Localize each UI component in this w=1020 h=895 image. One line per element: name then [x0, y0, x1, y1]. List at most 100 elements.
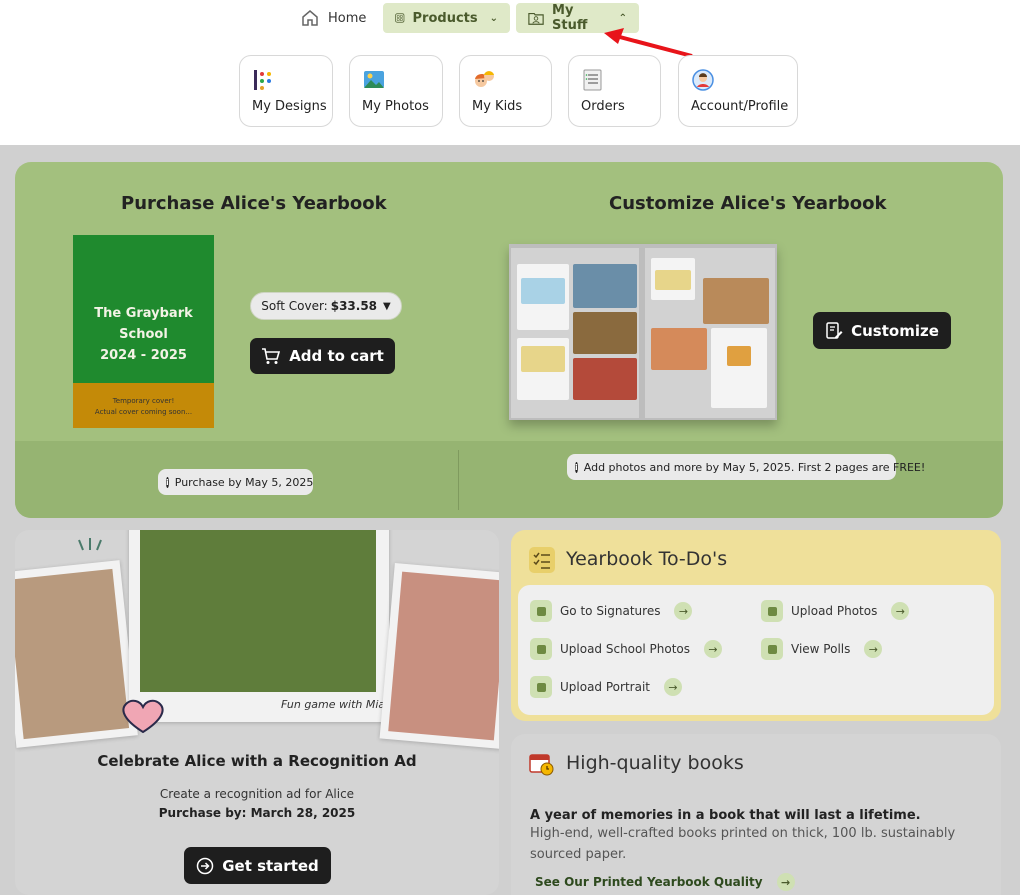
info-icon: i [575, 461, 578, 473]
arrow-right-icon: → [674, 602, 693, 620]
arrow-right-icon: → [663, 678, 682, 696]
polls-icon [761, 638, 783, 660]
cover-type-select[interactable]: Soft Cover: $33.58 ▼ [250, 292, 402, 320]
cover-title-line-1: The Graybark School [94, 306, 193, 342]
photo-card-center: Fun game with Mia [129, 530, 389, 722]
customize-button[interactable]: Customize [813, 312, 951, 349]
todo-label: Upload Photos [791, 604, 878, 618]
photo [703, 278, 769, 324]
folder-user-icon [528, 12, 544, 25]
calendar-clock-icon [529, 754, 554, 776]
edit-page-icon [826, 321, 843, 339]
orders-icon [583, 69, 602, 91]
purchase-title: Purchase Alice's Yearbook [121, 193, 387, 214]
photo [15, 568, 130, 740]
photo [651, 328, 707, 370]
info-icon: i [166, 476, 169, 488]
add-to-cart-button[interactable]: Add to cart [250, 338, 395, 374]
divider [458, 450, 459, 510]
nav-products-label: Products [412, 10, 478, 26]
grid-icon [395, 13, 405, 23]
home-icon [302, 10, 318, 26]
recognition-deadline: Purchase by: March 28, 2025 [158, 806, 356, 820]
todo-upload-school-photos[interactable]: Upload School Photos → [530, 638, 722, 660]
nav-my-stuff-label: My Stuff [552, 3, 588, 33]
quality-link-label: See Our Printed Yearbook Quality [535, 875, 763, 889]
cover-price: $33.58 [330, 299, 378, 313]
nav-products[interactable]: Products ⌄ [383, 3, 510, 33]
yearbook-preview[interactable] [509, 244, 777, 420]
card-my-photos[interactable]: My Photos [349, 55, 443, 127]
card-orders[interactable]: Orders [568, 55, 661, 127]
preview-right-page [645, 248, 775, 418]
todo-upload-portrait[interactable]: Upload Portrait → [530, 676, 682, 698]
purchase-deadline: Purchase by May 5, 2025 [174, 475, 314, 489]
nav-home[interactable]: Home [300, 6, 366, 30]
arrow-right-icon: → [864, 640, 883, 658]
yearbook-cover[interactable]: The Graybark School 2024 - 2025 Temporar… [73, 235, 214, 428]
todo-go-to-signatures[interactable]: Go to Signatures → [530, 600, 693, 622]
todo-label: Upload School Photos [560, 642, 690, 656]
todo-view-polls[interactable]: View Polls → [761, 638, 883, 660]
cover-note: Temporary cover! Actual cover coming soo… [73, 396, 214, 418]
customize-note: Add photos and more by May 5, 2025. Firs… [583, 460, 926, 474]
photo [140, 530, 376, 692]
todo-label: Upload Portrait [560, 680, 650, 694]
get-started-label: Get started [222, 856, 319, 875]
add-to-cart-label: Add to cart [289, 347, 384, 365]
checklist-icon [529, 547, 555, 573]
photo [655, 270, 691, 290]
photo [573, 358, 637, 400]
card-my-designs[interactable]: My Designs [239, 55, 333, 127]
quality-card: High-quality books A year of memories in… [511, 734, 1001, 895]
nav-home-label: Home [328, 10, 367, 26]
cover-title-line-2: 2024 - 2025 [100, 348, 187, 363]
photo-card-right [379, 563, 499, 749]
customize-note-chip: i Add photos and more by May 5, 2025. Fi… [567, 454, 925, 480]
todos-title: Yearbook To-Do's [566, 548, 728, 570]
arrow-right-icon: → [891, 602, 910, 620]
sparkle-icon [78, 538, 102, 551]
photo-frame [711, 328, 767, 408]
recognition-subtitle: Create a recognition ad for Alice [159, 787, 355, 801]
photo [388, 571, 499, 741]
profile-icon [692, 69, 714, 91]
card-my-kids[interactable]: My Kids [459, 55, 552, 127]
chevron-up-icon: ⌃ [618, 12, 627, 24]
school-photo-icon [530, 638, 552, 660]
upload-photo-icon [761, 600, 783, 622]
designs-icon [254, 70, 271, 90]
cover-note-line-2: Actual cover coming soon... [94, 408, 193, 416]
customize-label: Customize [851, 321, 939, 340]
todo-upload-photos[interactable]: Upload Photos → [761, 600, 910, 622]
cover-note-line-1: Temporary cover! [112, 397, 175, 405]
card-label: My Photos [362, 99, 429, 114]
portrait-icon [530, 676, 552, 698]
heart-icon [122, 699, 164, 734]
card-label: Account/Profile [691, 99, 789, 114]
photo [573, 264, 637, 308]
photo [521, 278, 565, 304]
cover-title: The Graybark School 2024 - 2025 [73, 303, 214, 366]
yearbook-panel: Purchase Alice's Yearbook The Graybark S… [15, 162, 1003, 518]
arrow-circle-icon [196, 857, 214, 874]
arrow-right-icon: → [704, 640, 722, 658]
purchase-deadline-chip: i Purchase by May 5, 2025 [158, 469, 313, 495]
quality-link[interactable]: See Our Printed Yearbook Quality → [535, 873, 795, 891]
kids-icon [475, 71, 494, 87]
recognition-title: Celebrate Alice with a Recognition Ad [97, 752, 417, 770]
signature-icon [530, 600, 552, 622]
card-label: My Kids [472, 99, 523, 114]
photo [521, 346, 565, 372]
card-account-profile[interactable]: Account/Profile [678, 55, 798, 127]
quality-body: High-end, well-crafted books printed on … [530, 826, 956, 862]
card-label: Orders [581, 99, 625, 114]
quality-title: High-quality books [566, 752, 744, 774]
chevron-down-icon: ⌄ [489, 12, 498, 24]
get-started-button[interactable]: Get started [184, 847, 331, 884]
card-label: My Designs [252, 99, 327, 114]
cart-icon [262, 348, 281, 364]
preview-left-page [511, 248, 639, 418]
customize-title: Customize Alice's Yearbook [609, 193, 887, 214]
arrow-right-icon: → [776, 873, 795, 891]
